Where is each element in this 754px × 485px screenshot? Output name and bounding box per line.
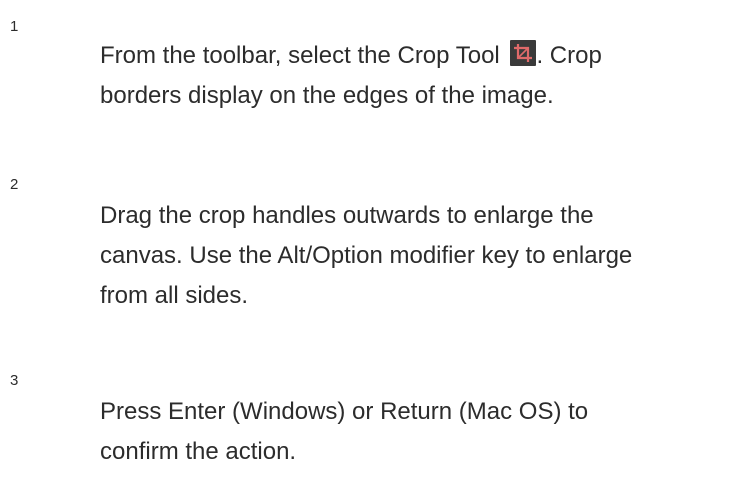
step-line: Press Enter (Windows) or Return (Mac OS)… [100, 398, 589, 425]
step-line: canvas. Use the Alt/Option modifier key … [100, 242, 633, 269]
step-line: Drag the crop handles outwards to enlarg… [100, 202, 594, 229]
step-line-text: . Crop [536, 42, 602, 69]
step-text: From the toolbar, select the Crop Tool .… [100, 36, 754, 116]
step-line: confirm the action. [100, 438, 297, 465]
step-number: 2 [10, 176, 19, 193]
step-line-text: From the toolbar, select the Crop Tool [100, 42, 500, 69]
step-number: 3 [10, 372, 19, 389]
crop-tool-icon [510, 40, 537, 66]
step-number: 1 [10, 18, 19, 35]
step-line: from all sides. [100, 282, 249, 309]
step-text: Drag the crop handles outwards to enlarg… [100, 196, 754, 316]
step-line: From the toolbar, select the Crop Tool .… [100, 36, 754, 76]
step-text: Press Enter (Windows) or Return (Mac OS)… [100, 392, 754, 472]
step-line: borders display on the edges of the imag… [100, 82, 554, 109]
